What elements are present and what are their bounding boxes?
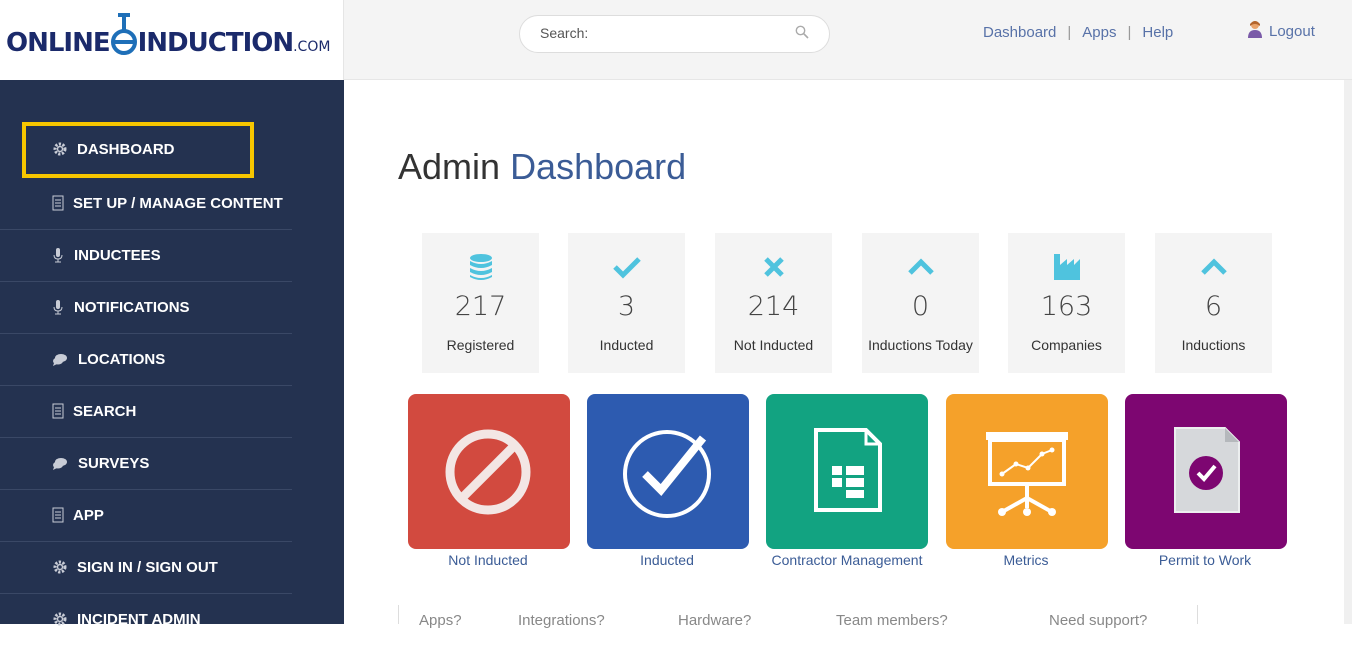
- page-title: Admin Dashboard: [398, 146, 686, 188]
- stat-value: 214: [747, 291, 800, 322]
- sidebar-item-search[interactable]: SEARCH: [0, 386, 292, 438]
- top-nav: Dashboard | Apps | Help: [983, 24, 1173, 41]
- stat-value: 3: [617, 291, 636, 322]
- sidebar-item-label: NOTIFICATIONS: [74, 299, 190, 316]
- footer-link-need-support[interactable]: Need support?: [1049, 612, 1147, 629]
- top-nav-apps[interactable]: Apps: [1082, 24, 1116, 41]
- footer-link-apps[interactable]: Apps?: [419, 612, 462, 629]
- microphone-icon: [53, 248, 63, 263]
- permit-document-icon: [1174, 427, 1240, 513]
- sidebar-item-label: LOCATIONS: [78, 351, 166, 368]
- chat-icon: [53, 458, 67, 470]
- page-title-plain: Admin: [398, 146, 501, 187]
- top-nav-help[interactable]: Help: [1142, 24, 1173, 41]
- stat-label: Inducted: [599, 337, 654, 353]
- sidebar: DASHBOARD SET UP / MANAGE CONTENT INDUCT…: [0, 80, 344, 628]
- search-box[interactable]: [519, 15, 830, 53]
- logo-left: ONLINE: [6, 28, 111, 58]
- sidebar-item-setup[interactable]: SET UP / MANAGE CONTENT: [0, 178, 292, 230]
- stat-label: Not Inducted: [733, 337, 814, 353]
- footer-link-team-members[interactable]: Team members?: [836, 612, 948, 629]
- gear-icon: [53, 142, 67, 156]
- sidebar-item-incident-admin[interactable]: INCIDENT ADMIN: [0, 594, 292, 646]
- logo-text: ONLINE INDUCTION.COM: [6, 13, 331, 58]
- database-icon: [470, 254, 492, 280]
- stat-card-inducted[interactable]: 3 Inducted: [568, 233, 685, 373]
- presentation-chart-icon: [986, 432, 1068, 516]
- sidebar-item-label: INCIDENT ADMIN: [77, 611, 201, 628]
- chevron-up-icon: [1201, 258, 1227, 275]
- stat-label: Registered: [446, 337, 515, 353]
- logout-link[interactable]: Logout: [1247, 20, 1315, 40]
- page-title-accent: Dashboard: [510, 146, 687, 187]
- checkmark-icon: [613, 257, 641, 279]
- stat-card-inductions[interactable]: 6 Inductions: [1155, 233, 1272, 373]
- logo-right: INDUCTION: [137, 28, 294, 58]
- search-input[interactable]: [540, 25, 780, 41]
- stat-card-inductions-today[interactable]: 0 Inductions Today: [862, 233, 979, 373]
- stat-label: Inductions Today: [868, 337, 973, 353]
- nav-separator: |: [1067, 24, 1072, 41]
- tile-inducted[interactable]: [587, 394, 749, 549]
- stat-label: Inductions: [1181, 337, 1246, 353]
- check-circle-icon: [623, 430, 711, 518]
- tile-label-permit-to-work[interactable]: Permit to Work: [1115, 552, 1295, 568]
- logo-suffix: .COM: [293, 39, 331, 55]
- tile-not-inducted[interactable]: [408, 394, 570, 549]
- stat-card-not-inducted[interactable]: 214 Not Inducted: [715, 233, 832, 373]
- tile-label-contractor-management[interactable]: Contractor Management: [757, 552, 937, 568]
- tile-label-not-inducted[interactable]: Not Inducted: [398, 552, 578, 568]
- sidebar-item-surveys[interactable]: SURVEYS: [0, 438, 292, 490]
- logo-ring-icon: [110, 13, 137, 55]
- top-nav-dashboard[interactable]: Dashboard: [983, 24, 1056, 41]
- sidebar-item-sign-in-out[interactable]: SIGN IN / SIGN OUT: [0, 542, 292, 594]
- footer-link-integrations[interactable]: Integrations?: [518, 612, 605, 629]
- logo[interactable]: ONLINE INDUCTION.COM: [0, 0, 344, 80]
- gear-icon: [53, 612, 67, 626]
- stat-card-registered[interactable]: 217 Registered: [422, 233, 539, 373]
- chat-icon: [53, 354, 67, 366]
- sidebar-item-label: SEARCH: [73, 403, 137, 420]
- prohibited-icon: [445, 429, 531, 515]
- sidebar-item-dashboard[interactable]: DASHBOARD: [0, 124, 292, 176]
- gear-icon: [53, 560, 67, 574]
- tile-metrics[interactable]: [946, 394, 1108, 549]
- logout-label: Logout: [1269, 23, 1315, 40]
- x-icon: [764, 257, 784, 277]
- stat-value: 0: [911, 291, 930, 322]
- tile-contractor-management[interactable]: [766, 394, 928, 549]
- tile-label-metrics[interactable]: Metrics: [936, 552, 1116, 568]
- tile-permit-to-work[interactable]: [1125, 394, 1287, 549]
- stat-value: 6: [1204, 291, 1223, 322]
- sidebar-item-label: SET UP / MANAGE CONTENT: [73, 195, 283, 212]
- nav-separator: |: [1127, 24, 1132, 41]
- tile-label-inducted[interactable]: Inducted: [577, 552, 757, 568]
- factory-icon: [1054, 254, 1080, 280]
- search-icon[interactable]: [795, 25, 809, 39]
- sidebar-item-label: DASHBOARD: [77, 141, 175, 158]
- stat-value: 217: [454, 291, 507, 322]
- stat-label: Companies: [1031, 337, 1102, 353]
- chevron-up-icon: [908, 258, 934, 275]
- microphone-icon: [53, 300, 63, 315]
- scrollbar[interactable]: [1344, 80, 1352, 624]
- sidebar-item-label: INDUCTEES: [74, 247, 161, 264]
- document-icon: [52, 195, 64, 211]
- stat-card-companies[interactable]: 163 Companies: [1008, 233, 1125, 373]
- sidebar-item-label: SURVEYS: [78, 455, 150, 472]
- top-bar: Dashboard | Apps | Help Logout: [344, 0, 1352, 80]
- form-document-icon: [814, 428, 882, 512]
- sidebar-item-locations[interactable]: LOCATIONS: [0, 334, 292, 386]
- sidebar-item-inductees[interactable]: INDUCTEES: [0, 230, 292, 282]
- document-icon: [52, 507, 64, 523]
- stat-value: 163: [1040, 291, 1093, 322]
- sidebar-item-label: SIGN IN / SIGN OUT: [77, 559, 218, 576]
- sidebar-item-label: APP: [73, 507, 104, 524]
- sidebar-item-app[interactable]: APP: [0, 490, 292, 542]
- document-icon: [52, 403, 64, 419]
- footer-link-hardware[interactable]: Hardware?: [678, 612, 751, 629]
- user-icon: [1248, 21, 1262, 38]
- sidebar-item-notifications[interactable]: NOTIFICATIONS: [0, 282, 292, 334]
